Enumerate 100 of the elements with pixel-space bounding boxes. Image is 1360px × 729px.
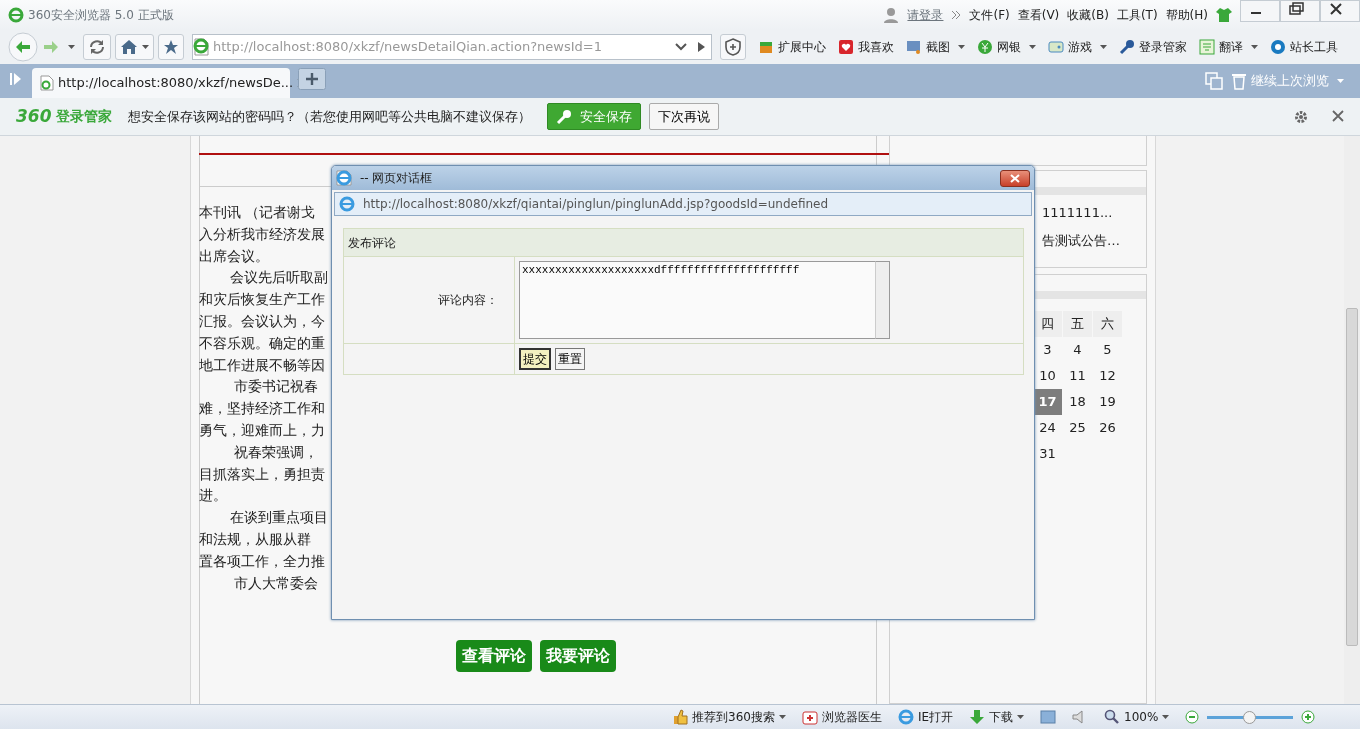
menu-item[interactable]: 文件(F) [969, 6, 1010, 24]
zoom-button[interactable]: 100% [1104, 708, 1170, 726]
caret-icon[interactable] [1100, 44, 1107, 50]
thumbs-up-icon [672, 709, 688, 725]
login-link[interactable]: 请登录 [907, 6, 944, 24]
calendar-day[interactable]: 24 [1033, 415, 1062, 441]
security-button[interactable] [720, 34, 746, 60]
browser-logo-icon [8, 7, 24, 23]
extension-button[interactable]: 网银 [977, 38, 1021, 56]
ie-icon [339, 196, 355, 212]
minimize-icon[interactable] [1240, 0, 1280, 22]
article-text: 难，坚持经济工作和 [199, 399, 326, 419]
extension-button[interactable]: 我喜欢 [838, 38, 894, 56]
extension-button[interactable]: 站长工具 [1270, 38, 1338, 56]
extension-button[interactable]: 扩展中心 [758, 38, 826, 56]
article-text: 市委书记祝春 [233, 377, 319, 397]
caret-icon[interactable] [778, 714, 786, 720]
plus-icon[interactable] [1301, 710, 1316, 724]
comment-textarea[interactable]: xxxxxxxxxxxxxxxxxxxxdfffffffffffffffffffff [519, 261, 875, 339]
status-button[interactable]: 推荐到360搜索 [672, 708, 786, 726]
calendar-day[interactable]: 4 [1063, 337, 1092, 363]
calendar-day[interactable]: 25 [1063, 415, 1092, 441]
trash-icon [1231, 72, 1247, 90]
home-button[interactable] [115, 34, 154, 60]
address-text: http://localhost:8080/xkzf/newsDetailQian.action?newsId=1 [213, 38, 603, 57]
menu-item[interactable]: 查看(V) [1017, 6, 1060, 24]
page-icon [193, 38, 209, 56]
calendar-day[interactable]: 19 [1093, 389, 1122, 415]
coin-icon [977, 39, 993, 55]
caret-icon[interactable] [68, 44, 75, 50]
calendar-day[interactable]: 18 [1063, 389, 1092, 415]
weekday-header: 四 [1033, 311, 1062, 337]
status-button[interactable]: IE打开 [897, 708, 954, 726]
field-label: 评论内容： [438, 292, 498, 309]
calendar-day[interactable]: 17 [1033, 389, 1062, 415]
menu-item[interactable]: 工具(T) [1116, 6, 1158, 24]
download-arrow-icon [969, 709, 986, 725]
calendar-day[interactable]: 11 [1063, 363, 1092, 389]
home-icon [120, 39, 138, 55]
extension-button[interactable]: 游戏 [1048, 38, 1092, 56]
form-heading: 发布评论 [348, 234, 396, 252]
minus-icon[interactable] [1185, 710, 1200, 724]
weekday-header: 六 [1093, 311, 1122, 337]
window-icon[interactable] [1040, 710, 1057, 724]
close-icon [1010, 173, 1020, 183]
notice-link[interactable]: 1111111... [1042, 203, 1152, 223]
article-text: 市人大常委会 [233, 573, 319, 593]
comment-button[interactable]: 查看评论 [456, 640, 532, 672]
maximize-icon[interactable] [1280, 0, 1320, 22]
magnifier-icon [1104, 709, 1121, 725]
refresh-icon [88, 38, 106, 56]
menu-item[interactable]: 帮助(H) [1165, 6, 1208, 24]
calendar-day[interactable]: 12 [1093, 363, 1122, 389]
status-button[interactable]: 浏览器医生 [801, 708, 882, 726]
caret-icon[interactable] [142, 44, 149, 50]
shirt-icon[interactable] [1216, 8, 1232, 22]
calendar-day[interactable]: 5 [1093, 337, 1122, 363]
calendar-day[interactable]: 31 [1033, 441, 1062, 467]
shield-icon [725, 38, 741, 56]
calendar-day[interactable]: 3 [1033, 337, 1062, 363]
window-title: 360安全浏览器 5.0 正式版 [28, 7, 174, 24]
menu-item[interactable]: 收藏(B) [1067, 6, 1109, 24]
key-icon [555, 108, 572, 125]
form-button[interactable]: 提交 [519, 348, 551, 370]
form-button[interactable]: 重置 [555, 348, 585, 370]
comment-button[interactable]: 我要评论 [540, 640, 616, 672]
close-button[interactable] [1000, 169, 1030, 187]
caret-icon[interactable] [958, 44, 965, 50]
article-text: 汇报。会议认为，今 [199, 312, 326, 331]
user-icon[interactable] [883, 7, 900, 23]
close-icon[interactable] [1332, 109, 1344, 122]
textarea-scrollbar[interactable] [875, 261, 890, 339]
calendar-day[interactable]: 26 [1093, 415, 1122, 441]
ie-icon [897, 709, 914, 725]
caret-icon[interactable] [1029, 44, 1036, 50]
article-text: 地工作进展不畅等因 [199, 355, 326, 375]
article-text: 和灾后恢复生产工作 [199, 290, 326, 310]
article-text: 和法规，从服从群 [199, 529, 312, 549]
extension-button[interactable]: 翻译 [1199, 38, 1243, 56]
page-icon [40, 75, 54, 91]
double-chevron-icon[interactable] [951, 10, 962, 20]
later-button[interactable]: 下次再说 [648, 103, 719, 130]
extension-button[interactable]: 截图 [906, 38, 950, 56]
page-icon [336, 170, 352, 186]
extension-button[interactable]: 登录管家 [1119, 38, 1187, 56]
brand-name: 登录管家 [55, 107, 112, 126]
settings-icon[interactable] [1294, 109, 1308, 124]
favorite-button[interactable] [158, 34, 184, 60]
status-button[interactable]: 下载 [969, 708, 1025, 726]
caret-icon[interactable] [1017, 714, 1025, 720]
calendar-day[interactable]: 10 [1033, 363, 1062, 389]
slider-thumb[interactable] [1243, 710, 1257, 724]
caret-icon[interactable] [1162, 714, 1170, 720]
scrollbar-thumb[interactable] [1346, 308, 1358, 646]
refresh-button[interactable] [83, 34, 111, 60]
caret-icon[interactable] [1251, 44, 1258, 50]
article-text: 勇气，迎难而上，力 [199, 420, 326, 440]
back-icon[interactable] [8, 32, 38, 62]
notice-link[interactable]: 告测试公告… [1042, 230, 1152, 250]
medkit-icon [801, 709, 818, 725]
